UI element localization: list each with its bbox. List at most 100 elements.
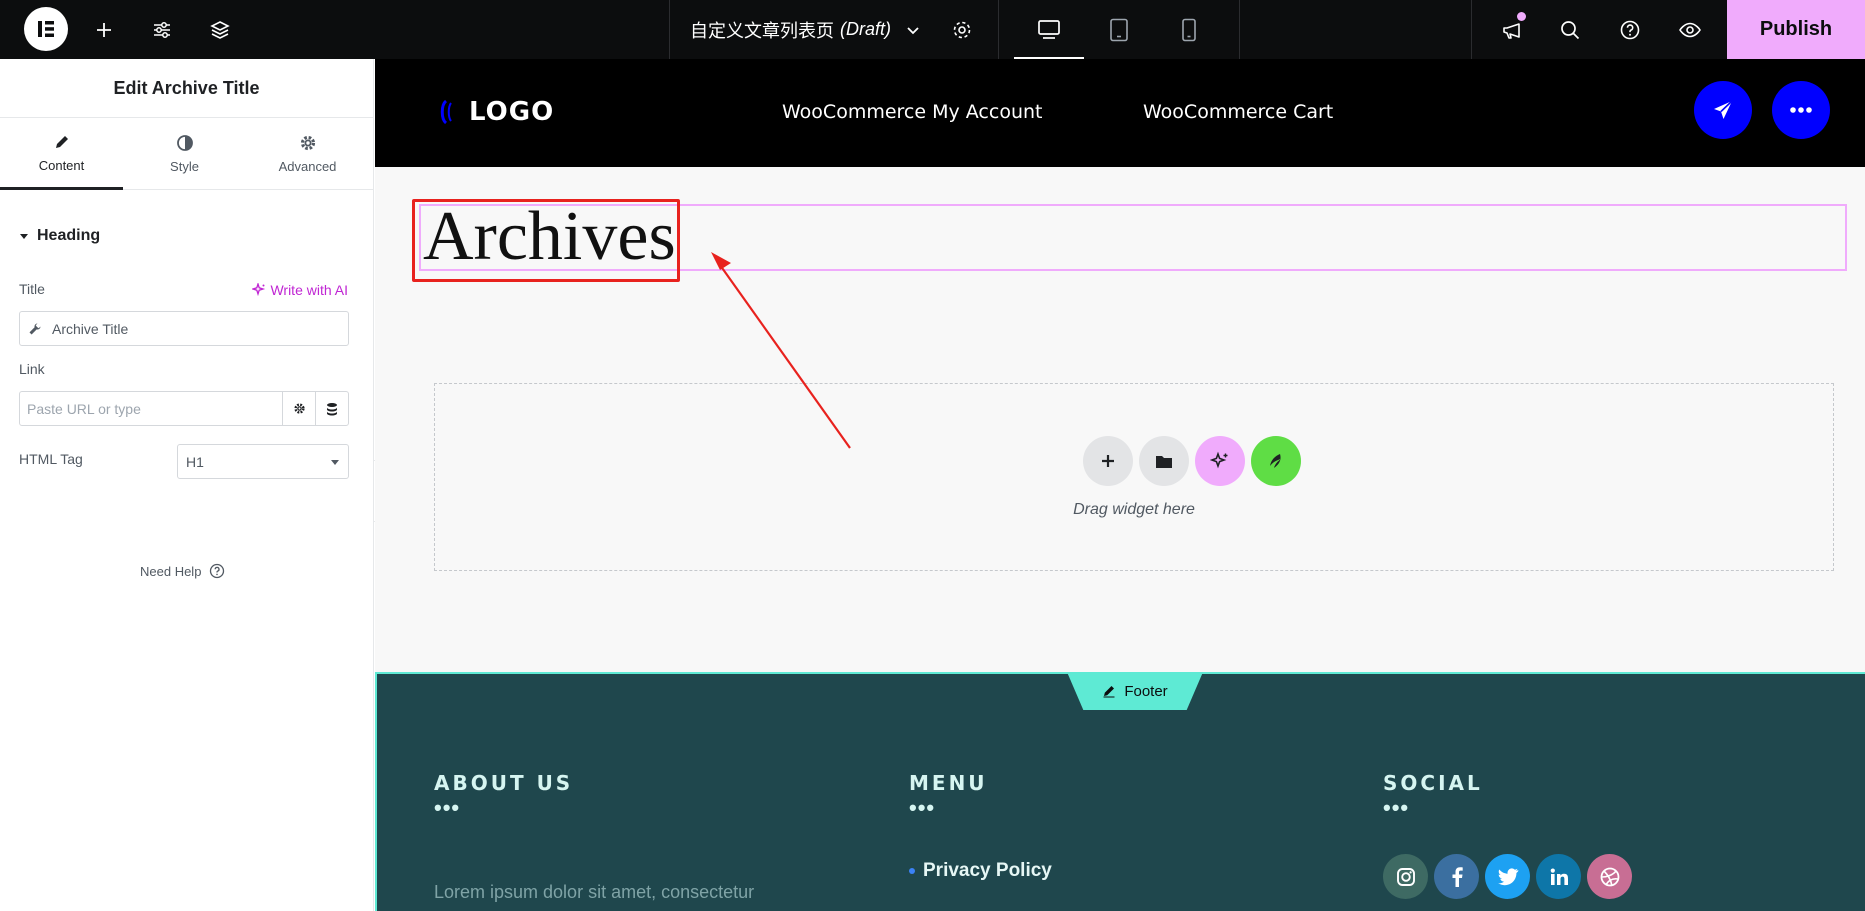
plus-icon [97, 22, 111, 37]
write-with-ai-label: Write with AI [270, 282, 348, 298]
chevron-down-icon [907, 26, 919, 34]
write-with-ai-button[interactable]: Write with AI [252, 282, 348, 298]
pencil-icon [1103, 686, 1115, 698]
ai-generate-button[interactable] [1195, 436, 1245, 486]
separator [1471, 0, 1472, 59]
mobile-view-button[interactable] [1172, 0, 1206, 59]
panel-tabs: Content Style Advanced [0, 118, 373, 190]
document-title-dropdown[interactable]: 自定义文章列表页 (Draft) [690, 0, 921, 59]
footer-menu-title: MENU [909, 771, 988, 795]
drag-widget-hint: Drag widget here [1073, 501, 1195, 518]
megaphone-icon [1503, 22, 1520, 39]
publish-button[interactable]: Publish [1727, 0, 1865, 59]
dribbble-icon[interactable] [1587, 854, 1632, 899]
site-logo[interactable]: LOGO [437, 97, 554, 127]
gear-icon [953, 21, 971, 38]
structure-button[interactable] [202, 0, 238, 59]
html-tag-value: H1 [186, 453, 204, 470]
search-icon [1561, 20, 1580, 39]
document-status: (Draft) [840, 19, 891, 39]
tablet-icon [1110, 18, 1128, 41]
link-options-button[interactable] [282, 392, 315, 425]
whats-new-button[interactable] [1494, 0, 1530, 59]
title-label: Title [19, 281, 45, 297]
panel-title: Edit Archive Title [0, 59, 373, 118]
html-tag-select[interactable]: H1 [177, 444, 349, 479]
elementor-logo-button[interactable] [24, 7, 68, 51]
footer-about-dots: ••• [434, 795, 461, 820]
footer-menu-item[interactable]: Privacy Policy [909, 860, 1052, 882]
gear-icon [293, 403, 305, 414]
tab-style[interactable]: Style [123, 118, 246, 190]
separator [998, 0, 999, 59]
sliders-icon [154, 21, 170, 38]
need-help-link[interactable]: Need Help [140, 563, 225, 579]
link-placeholder: Paste URL or type [27, 400, 141, 417]
help-button[interactable] [1612, 0, 1648, 59]
linkedin-icon[interactable] [1536, 854, 1581, 899]
tab-content-label: Content [38, 157, 85, 173]
caret-down-icon [20, 234, 28, 239]
site-footer[interactable]: Footer ABOUT US ••• MENU ••• SOCIAL ••• … [375, 672, 1865, 911]
page-settings-button[interactable] [944, 0, 980, 59]
gear-icon [300, 135, 315, 151]
nav-link-cart[interactable]: WooCommerce Cart [1143, 101, 1333, 123]
link-label: Link [19, 361, 45, 377]
paper-plane-icon [1714, 100, 1733, 119]
drop-zone-actions [1083, 436, 1301, 486]
tablet-view-button[interactable] [1102, 0, 1136, 59]
envato-kit-button[interactable] [1251, 436, 1301, 486]
footer-social-title: SOCIAL [1383, 771, 1483, 795]
caret-down-icon [331, 459, 339, 465]
help-icon [1620, 20, 1640, 39]
layers-icon [210, 20, 230, 39]
footer-menu-dots: ••• [909, 795, 936, 820]
drop-zone[interactable]: Drag widget here [434, 383, 1834, 571]
preview-button[interactable] [1672, 0, 1708, 59]
separator [1239, 0, 1240, 59]
footer-edit-tag[interactable]: Footer [1067, 672, 1203, 710]
nav-link-my-account[interactable]: WooCommerce My Account [782, 101, 1042, 123]
send-button[interactable] [1694, 81, 1752, 139]
search-button[interactable] [1552, 0, 1588, 59]
sparkle-icon [1210, 451, 1228, 469]
tab-advanced-label: Advanced [278, 159, 337, 174]
footer-social-dots: ••• [1383, 795, 1410, 820]
link-input[interactable]: Paste URL or type [19, 391, 349, 426]
plus-icon [1102, 455, 1114, 467]
wrench-icon [29, 323, 41, 334]
add-widget-button[interactable] [1083, 436, 1133, 486]
twitter-icon[interactable] [1485, 854, 1530, 899]
half-circle-icon [176, 135, 193, 151]
tab-advanced[interactable]: Advanced [246, 118, 369, 190]
section-heading-label: Heading [37, 227, 101, 244]
site-settings-button[interactable] [144, 0, 180, 59]
editor-panel: Edit Archive Title Content Style Advance… [0, 59, 374, 911]
social-icons [1383, 854, 1632, 899]
database-icon [327, 402, 337, 415]
help-icon [210, 563, 225, 579]
template-library-button[interactable] [1139, 436, 1189, 486]
instagram-icon[interactable] [1383, 854, 1428, 899]
section-heading-toggle[interactable]: Heading [19, 227, 100, 245]
document-title: 自定义文章列表页 [690, 20, 834, 41]
site-logo-text: LOGO [469, 97, 555, 127]
more-menu-button[interactable] [1772, 81, 1830, 139]
facebook-icon[interactable] [1434, 854, 1479, 899]
need-help-label: Need Help [140, 563, 202, 579]
elementor-icon [38, 21, 54, 37]
eye-icon [1679, 22, 1701, 37]
envato-leaf-icon [1270, 454, 1281, 468]
desktop-icon [1038, 19, 1060, 39]
dynamic-tags-button[interactable] [315, 392, 348, 425]
desktop-view-button[interactable] [1014, 0, 1084, 59]
tab-content[interactable]: Content [0, 118, 123, 190]
highlight-box [412, 199, 680, 282]
title-dynamic-field[interactable]: Archive Title [19, 311, 349, 346]
editor-top-bar: 自定义文章列表页 (Draft) Publish [0, 0, 1865, 59]
add-element-button[interactable] [86, 0, 122, 59]
sparkle-icon [252, 283, 266, 297]
footer-tag-label: Footer [1124, 682, 1168, 700]
tab-style-label: Style [170, 159, 199, 174]
folder-icon [1156, 456, 1172, 468]
